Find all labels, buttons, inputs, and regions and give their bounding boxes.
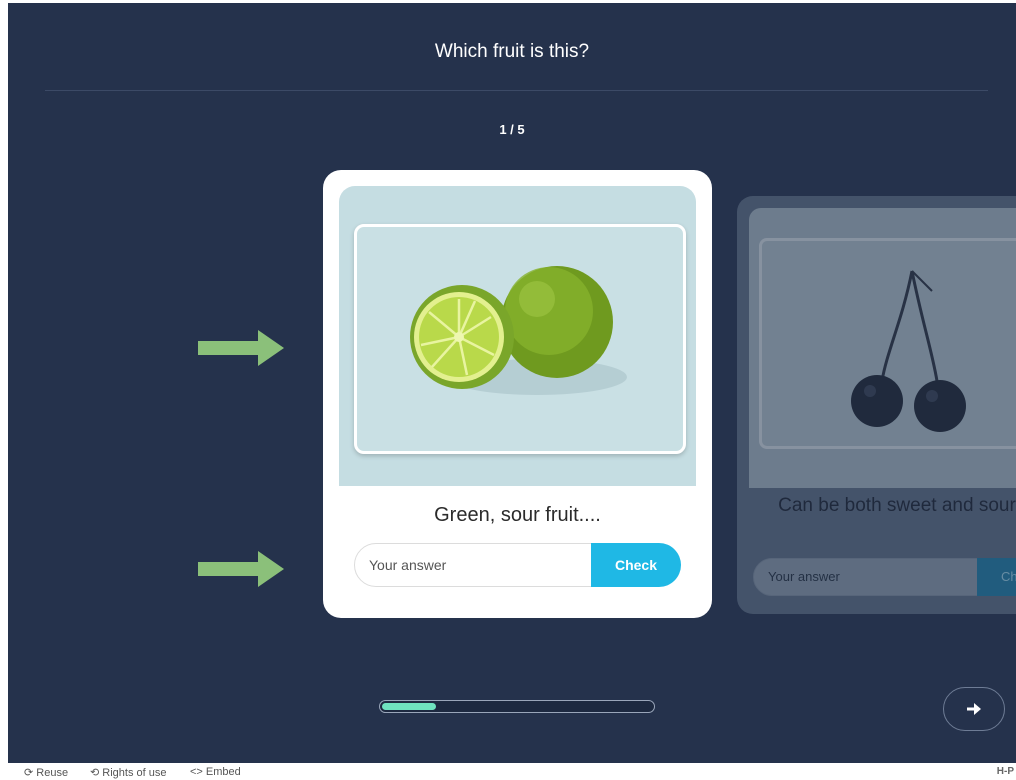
title-divider: [45, 90, 988, 91]
reuse-icon: ⟳: [24, 767, 34, 779]
check-button[interactable]: Check: [591, 543, 681, 587]
progress-bar-fill: [382, 703, 436, 710]
rights-icon: ⟲: [90, 767, 100, 779]
footer: ⟳ Reuse ⟲ Rights of use <> Embed H-P: [0, 763, 1016, 780]
arrow-right-icon: [967, 703, 981, 715]
quiz-title: Which fruit is this?: [434, 41, 590, 62]
rights-of-use-link[interactable]: ⟲ Rights of use: [90, 766, 166, 779]
progress-counter: 1 / 5: [499, 122, 525, 137]
flashcard-current: Green, sour fruit.... Check: [323, 170, 712, 618]
rights-label: Rights of use: [102, 767, 167, 779]
embed-icon: <>: [190, 766, 203, 778]
card-image-area: [339, 186, 696, 486]
card-clue: Green, sour fruit....: [434, 504, 601, 526]
brand-logo: H-P: [996, 766, 1014, 777]
annotation-arrow-input: [198, 551, 284, 587]
flashcard-next[interactable]: Can be both sweet and sour.... Your answ…: [737, 196, 1016, 614]
answer-row: Check: [354, 543, 682, 587]
cherries-image: [759, 238, 1016, 449]
next-card-image-area: [749, 208, 1016, 488]
lime-image: [354, 224, 686, 454]
next-check-button: Ch: [977, 558, 1016, 596]
quiz-stage: Which fruit is this? 1 / 5 Green, sour f…: [8, 3, 1016, 763]
progress-bar: [379, 700, 655, 713]
embed-label: Embed: [205, 766, 241, 778]
embed-link[interactable]: <> Embed: [190, 766, 241, 778]
reuse-link[interactable]: ⟳ Reuse: [24, 766, 68, 779]
annotation-arrow-image: [198, 330, 284, 366]
answer-input[interactable]: [354, 543, 600, 587]
reuse-label: Reuse: [36, 767, 69, 779]
next-button[interactable]: [943, 687, 1005, 731]
next-card-clue: Can be both sweet and sour....: [778, 495, 1016, 516]
next-answer-input: Your answer: [753, 558, 983, 596]
